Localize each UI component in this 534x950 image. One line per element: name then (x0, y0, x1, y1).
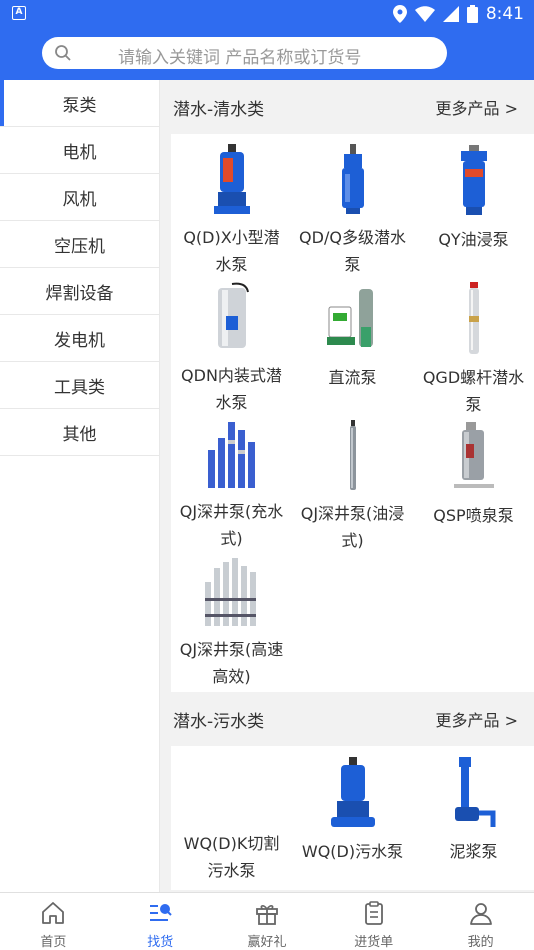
product-grid: Q(D)X小型潜水泵 QD/Q多级潜水泵 QY油浸泵 QDN内装式潜水泵 直流泵 (171, 134, 534, 692)
sidebar-item-label: 电机 (62, 142, 97, 163)
product-card[interactable]: QD/Q多级潜水泵 (292, 134, 413, 274)
product-card[interactable]: WQ(D)K切割污水泵 (171, 746, 292, 884)
tab-label: 进货单 (354, 935, 394, 950)
more-products-link[interactable]: 更多产品 > (436, 707, 519, 731)
battery-icon (466, 5, 478, 23)
sidebar-item-label: 泵类 (62, 95, 97, 116)
product-card[interactable]: QJ深井泵(充水式) (171, 410, 292, 548)
sidebar-item-other[interactable]: 其他 (0, 409, 159, 456)
product-image (200, 282, 264, 354)
product-card[interactable]: QJ深井泵(高速高效) (171, 548, 292, 686)
product-content: 潜水-清水类 更多产品 > Q(D)X小型潜水泵 QD/Q多级潜水泵 QY油浸泵 (160, 80, 534, 892)
product-image (321, 420, 385, 492)
sidebar-item-label: 其他 (62, 424, 97, 445)
product-name: QSP喷泉泵 (433, 506, 514, 525)
gift-icon (256, 905, 278, 925)
product-image (321, 144, 385, 216)
product-image (442, 144, 506, 218)
product-image (200, 420, 264, 490)
tab-label: 找货 (147, 935, 174, 950)
sidebar-item-label: 空压机 (54, 236, 105, 257)
search-placeholder: 请输入关键词 产品名称或订货号 (118, 48, 362, 68)
product-image (200, 144, 264, 216)
app-header: A 8:41 请输入关键词 产品名称或订货号 (0, 0, 534, 80)
signal-icon (442, 6, 459, 22)
sidebar-item-welding[interactable]: 焊割设备 (0, 268, 159, 315)
product-name: QDN内装式潜水泵 (181, 366, 282, 412)
product-card[interactable]: QY油浸泵 (413, 134, 534, 272)
product-card[interactable]: WQ(D)污水泵 (292, 746, 413, 884)
app-notification-icon: A (12, 6, 26, 20)
search-list-icon (150, 904, 172, 921)
tab-home[interactable]: 首页 (0, 893, 107, 950)
product-name: QJ深井泵(充水式) (179, 502, 284, 548)
search-icon (55, 45, 71, 61)
product-image (200, 756, 264, 822)
bottom-tab-bar: 首页 找货 赢好礼 进货单 我的 (0, 892, 534, 950)
clipboard-icon (364, 901, 383, 925)
tab-label: 赢好礼 (247, 935, 287, 950)
more-products-link[interactable]: 更多产品 > (436, 95, 519, 119)
product-image (321, 756, 385, 830)
wifi-icon (414, 6, 435, 22)
tab-profile[interactable]: 我的 (427, 893, 534, 950)
product-card[interactable]: QSP喷泉泵 (413, 410, 534, 548)
product-image (321, 282, 385, 356)
product-name: QY油浸泵 (438, 230, 509, 249)
product-name: QJ深井泵(高速高效) (179, 640, 284, 686)
sidebar-item-generators[interactable]: 发电机 (0, 315, 159, 362)
product-card[interactable]: Q(D)X小型潜水泵 (171, 134, 292, 274)
sidebar-item-label: 焊割设备 (45, 283, 114, 304)
tab-find-goods[interactable]: 找货 (107, 893, 214, 950)
tab-purchase-list[interactable]: 进货单 (320, 893, 427, 950)
product-card[interactable]: QDN内装式潜水泵 (171, 272, 292, 412)
product-image (442, 282, 506, 356)
section-header: 潜水-清水类 更多产品 > (160, 80, 534, 134)
tab-label: 我的 (467, 935, 494, 950)
product-name: QD/Q多级潜水泵 (299, 228, 406, 274)
product-name: WQ(D)K切割污水泵 (183, 834, 280, 880)
product-grid: WQ(D)K切割污水泵 WQ(D)污水泵 泥浆泵 (171, 746, 534, 890)
sidebar-item-pumps[interactable]: 泵类 (0, 80, 159, 127)
status-bar: A 8:41 (0, 0, 534, 28)
product-image (442, 756, 506, 830)
user-icon (469, 903, 492, 925)
section-header: 潜水-污水类 更多产品 > (160, 692, 534, 746)
product-card[interactable]: 泥浆泵 (413, 746, 534, 884)
sidebar-item-compressors[interactable]: 空压机 (0, 221, 159, 268)
sidebar-item-fans[interactable]: 风机 (0, 174, 159, 221)
sidebar-item-label: 风机 (62, 189, 97, 210)
location-icon (392, 5, 407, 23)
product-name: WQ(D)污水泵 (301, 842, 404, 861)
product-card[interactable]: QJ深井泵(油浸式) (292, 410, 413, 550)
section-title: 潜水-清水类 (173, 99, 265, 120)
product-name: 直流泵 (328, 368, 377, 387)
product-card[interactable]: 直流泵 (292, 272, 413, 410)
product-card[interactable]: QGD螺杆潜水泵 (413, 272, 534, 414)
section-title: 潜水-污水类 (173, 711, 265, 732)
product-image (442, 420, 506, 494)
sidebar-item-tools[interactable]: 工具类 (0, 362, 159, 409)
tab-gifts[interactable]: 赢好礼 (214, 893, 321, 950)
category-sidebar: 泵类 电机 风机 空压机 焊割设备 发电机 工具类 其他 (0, 80, 160, 892)
sidebar-item-label: 发电机 (54, 330, 105, 351)
status-time: 8:41 (485, 4, 524, 24)
product-name: 泥浆泵 (449, 842, 498, 861)
search-input[interactable]: 请输入关键词 产品名称或订货号 (42, 37, 447, 69)
sidebar-item-label: 工具类 (54, 377, 105, 398)
product-name: QJ深井泵(油浸式) (300, 504, 405, 550)
tab-label: 首页 (40, 935, 67, 950)
status-icons: 8:41 (392, 2, 524, 26)
sidebar-item-motors[interactable]: 电机 (0, 127, 159, 174)
product-name: Q(D)X小型潜水泵 (183, 228, 280, 274)
home-icon (42, 902, 65, 924)
product-image (200, 558, 264, 628)
